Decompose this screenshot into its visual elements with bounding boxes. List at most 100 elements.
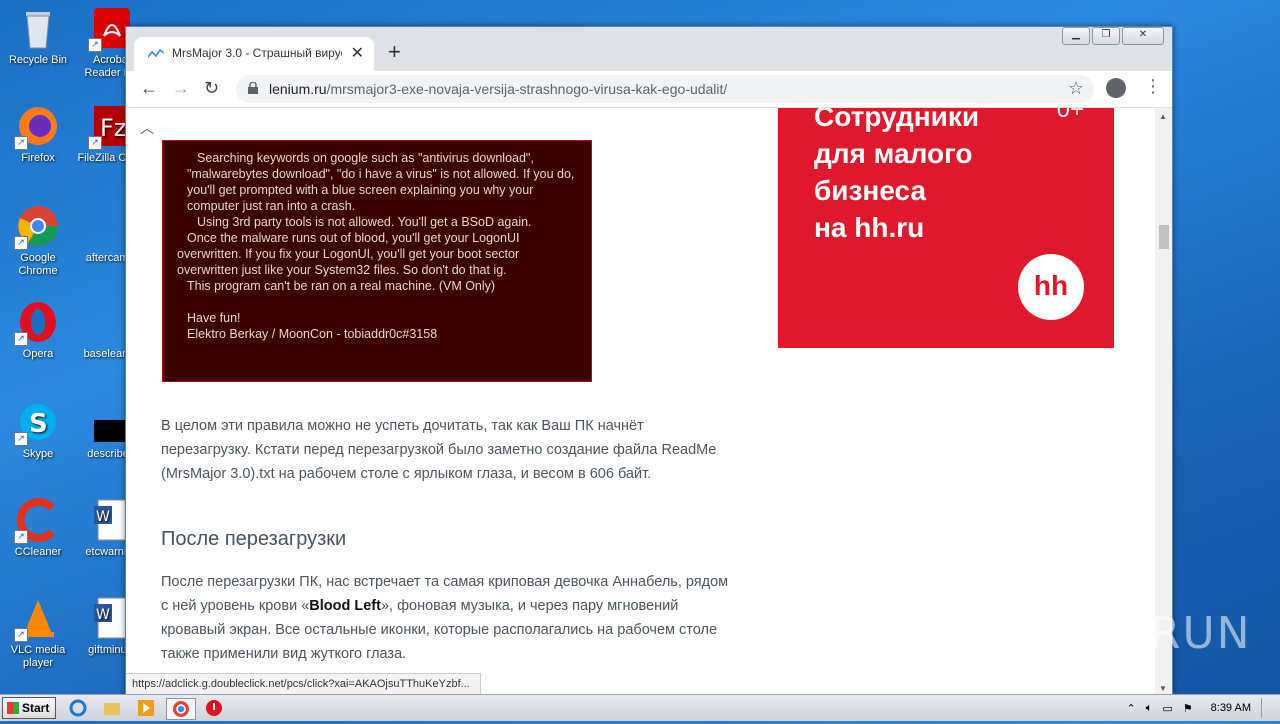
desktop-icon-vlc[interactable]: ↗ VLC media player	[0, 596, 76, 670]
address-bar[interactable]: lenium.ru/mrsmajor3-exe-novaja-versija-s…	[236, 75, 1094, 103]
tab-title: MrsMajor 3.0 - Страшный вирус, н	[172, 46, 342, 60]
vlc-icon: ↗	[14, 596, 60, 642]
shortcut-arrow-icon: ↗	[14, 530, 28, 544]
shortcut-arrow-icon: ↗	[14, 628, 28, 642]
ie-taskbar-icon[interactable]	[68, 698, 90, 718]
desktop-icon-skype[interactable]: S ↗ Skype	[0, 400, 76, 461]
flag-icon[interactable]: ⚑	[1183, 702, 1193, 715]
vertical-scrollbar[interactable]: ▲ ▼	[1155, 108, 1172, 695]
ad-line: для малого	[814, 138, 973, 169]
svg-text:S: S	[29, 409, 48, 439]
desktop-icon-opera[interactable]: ↗ Opera	[0, 300, 76, 361]
desktop-icon-chrome[interactable]: ↗ Google Chrome	[0, 204, 76, 278]
url-path: /mrsmajor3-exe-novaja-versija-strashnogo…	[326, 81, 728, 97]
desktop-icon-label: Recycle Bin	[8, 54, 68, 66]
taskbar: Start ⌃ 🔈︎ ▭ ⚑ 8:39 AM	[0, 694, 1280, 721]
chrome-icon: ↗	[14, 204, 60, 250]
opera-taskbar-icon[interactable]	[204, 698, 226, 718]
skype-icon: S ↗	[14, 400, 60, 446]
malware-line: Elektro Berkay / MoonCon - tobiaddr0c#31…	[187, 327, 438, 341]
desktop-icon-ccleaner[interactable]: ↗ CCleaner	[0, 498, 76, 559]
malware-line: Once the malware runs out of blood, you'…	[177, 231, 520, 277]
article-paragraph: В целом эти правила можно не успеть дочи…	[161, 418, 717, 482]
scroll-up-arrow-icon[interactable]: ▲	[1159, 112, 1167, 121]
opera-icon: ↗	[14, 300, 60, 346]
desktop-icon-label: VLC media player	[10, 644, 66, 669]
malware-line: Searching keywords on google such as "an…	[187, 151, 575, 213]
recycle-bin-icon	[16, 6, 60, 50]
anyrun-watermark: ANY RUN	[1038, 608, 1252, 659]
start-label: Start	[22, 701, 50, 715]
ad-age-rating: 0+	[1056, 108, 1084, 123]
desktop-icon-label: Firefox	[21, 152, 55, 164]
clock[interactable]: 8:39 AM	[1211, 702, 1251, 714]
section-heading: После перезагрузки	[161, 528, 347, 550]
malware-line: Using 3rd party tools is not allowed. Yo…	[197, 215, 532, 229]
status-bar-url: https://adclick.g.doubleclick.net/pcs/cl…	[126, 673, 481, 695]
reload-icon[interactable]: ↻	[204, 78, 219, 99]
svg-text:Fz: Fz	[100, 114, 126, 142]
ccleaner-icon: ↗	[14, 498, 60, 544]
ad-line: на hh.ru	[814, 212, 925, 243]
start-button[interactable]: Start	[2, 697, 56, 719]
browser-tab[interactable]: MrsMajor 3.0 - Страшный вирус, н ✕	[134, 37, 374, 71]
system-tray: ⌃ 🔈︎ ▭ ⚑ 8:39 AM	[1127, 695, 1280, 721]
malware-message-screenshot: Searching keywords on google such as "an…	[162, 140, 592, 382]
window-controls: ▁ ❐ ✕	[1062, 27, 1164, 45]
shortcut-arrow-icon: ↗	[14, 332, 28, 346]
malware-line: This program can't be ran on a real mach…	[187, 279, 496, 293]
browser-window: MrsMajor 3.0 - Страшный вирус, н ✕ + ▁ ❐…	[125, 26, 1173, 696]
desktop-icon-label: Skype	[22, 448, 54, 460]
volume-icon[interactable]: 🔈︎	[1146, 702, 1153, 715]
scroll-down-arrow-icon[interactable]: ▼	[1159, 684, 1167, 693]
show-desktop-button[interactable]	[1261, 698, 1274, 718]
browser-menu-icon[interactable]: ⋮	[1144, 76, 1162, 97]
desktop-icon-label: Opera	[22, 348, 54, 360]
svg-text:W: W	[96, 607, 110, 623]
scrollbar-thumb[interactable]	[1159, 225, 1169, 249]
site-favicon-icon	[148, 48, 164, 58]
url-text: lenium.ru/mrsmajor3-exe-novaja-versija-s…	[269, 81, 727, 97]
advertisement-banner[interactable]: Сотрудники для малого бизнеса на hh.ru 0…	[778, 108, 1114, 348]
windows-logo-icon	[7, 702, 19, 714]
minimize-button[interactable]: ▁	[1062, 27, 1090, 45]
shortcut-arrow-icon: ↗	[14, 136, 28, 150]
desktop-icon-recycle-bin[interactable]: Recycle Bin	[0, 6, 76, 67]
back-arrow-icon[interactable]: ←	[140, 78, 158, 99]
network-icon[interactable]: ▭	[1162, 702, 1172, 715]
page-viewport: ︿ Searching keywords on google such as "…	[126, 108, 1172, 695]
tray-expand-icon[interactable]: ⌃	[1127, 702, 1136, 715]
desktop-icon-label: Google Chrome	[18, 252, 58, 277]
chevron-up-icon[interactable]: ︿	[140, 118, 154, 138]
ad-line: бизнеса	[814, 175, 927, 206]
svg-text:W: W	[96, 509, 110, 525]
maximize-button[interactable]: ❐	[1092, 27, 1120, 45]
profile-avatar-icon[interactable]	[1106, 78, 1126, 98]
ad-text: Сотрудники для малого бизнеса на hh.ru	[814, 108, 979, 246]
media-player-taskbar-icon[interactable]	[136, 698, 158, 718]
bold-term: Blood Left	[309, 598, 381, 614]
shortcut-arrow-icon: ↗	[88, 136, 102, 150]
desktop-icon-label: CCleaner	[14, 546, 62, 558]
bookmark-star-icon[interactable]: ☆	[1068, 78, 1084, 99]
firefox-icon: ↗	[14, 104, 60, 150]
malware-line: Have fun!	[187, 311, 241, 325]
desktop-icon-firefox[interactable]: ↗ Firefox	[0, 104, 76, 165]
explorer-taskbar-icon[interactable]	[102, 698, 124, 718]
lock-icon	[248, 82, 258, 94]
article-paragraph: После перезагрузки ПК, нас встречает та …	[161, 570, 731, 666]
shortcut-arrow-icon: ↗	[14, 236, 28, 250]
hh-logo: hh	[1018, 254, 1084, 320]
malware-spacer	[173, 294, 581, 310]
tab-close-icon[interactable]: ✕	[351, 43, 364, 63]
shortcut-arrow-icon: ↗	[14, 432, 28, 446]
close-window-button[interactable]: ✕	[1122, 27, 1164, 45]
chrome-taskbar-icon[interactable]	[166, 698, 196, 720]
url-domain: lenium.ru	[269, 81, 327, 97]
browser-toolbar: ← → ↻ lenium.ru/mrsmajor3-exe-novaja-ver…	[126, 71, 1172, 108]
ad-line: Сотрудники	[814, 108, 980, 132]
title-bar: MrsMajor 3.0 - Страшный вирус, н ✕ + ▁ ❐…	[126, 27, 1172, 71]
shortcut-arrow-icon: ↗	[88, 38, 102, 52]
new-tab-button[interactable]: +	[388, 39, 401, 65]
forward-arrow-icon[interactable]: →	[172, 78, 190, 99]
